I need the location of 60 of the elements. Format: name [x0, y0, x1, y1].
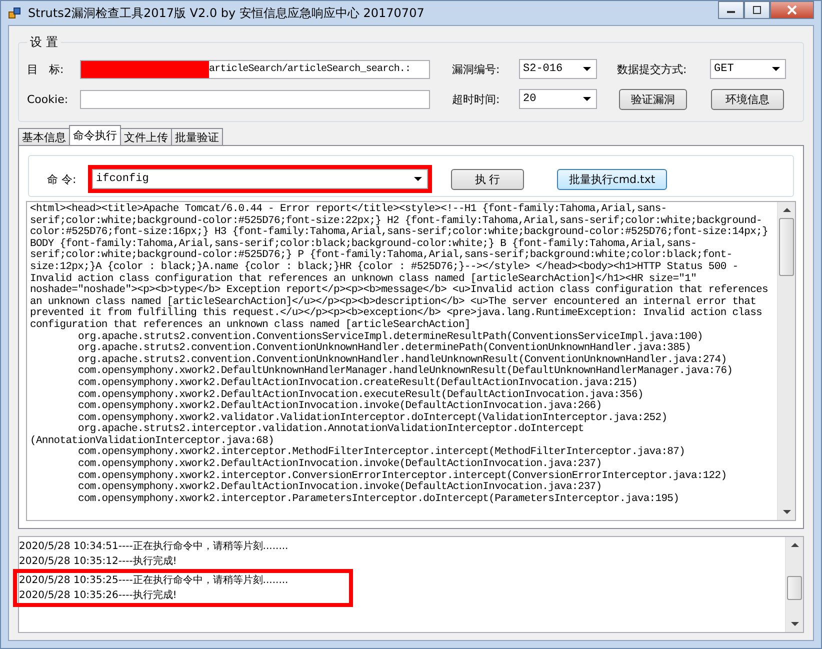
output-line: serif;color:white;background-color:#525D76;font-size:22px;} H2 {font-family:Tahoma,Arial,sans-serif;color:white;background-: [30, 216, 762, 227]
output-line: com.opensymphony.xwork2.DefaultActionInvocation.invoke(DefaultActionInvocation.java:266): [77, 401, 602, 412]
maximize-icon: [752, 6, 762, 14]
app-icon: [8, 6, 22, 20]
minimize-button[interactable]: [718, 1, 744, 19]
output-line: com.opensymphony.xwork2.DefaultActionInvocation.executeResult(DefaultActionInvocation.java:356): [77, 390, 644, 400]
close-icon: [786, 5, 798, 15]
output-line: com.opensymphony.xwork2.DefaultActionInvocation.createResult(DefaultActionInvocation.java:215): [77, 378, 638, 389]
scrollbar[interactable]: [777, 202, 795, 520]
output-line: color:#525D76;font-size:16px;} H3 {font-family:Tahoma,Arial,sans-serif;color:white;background-color:#525D76;font-size:14px;}: [30, 227, 769, 238]
output-line: org.apache.struts2.convention.ConventionsServiceImpl.determineResultPath(ConventionsServiceImpl.java:100): [77, 332, 704, 343]
output-line: com.opensymphony.xwork2.interceptor.ConversionErrorInterceptor.intercept(ConversionErrorInterceptor.java:122): [77, 470, 728, 482]
cookie-field[interactable]: [80, 90, 430, 108]
scrollbar[interactable]: [785, 537, 803, 632]
environment-button[interactable]: 环境信息: [711, 88, 784, 110]
vuln-id-label: 漏洞编号:: [452, 62, 501, 76]
output-line: configuration that references an unknown class named [articleSearchAction]: [30, 320, 472, 331]
output-line: serif;color:white;background-color:#525D76;} P {font-family:Tahoma,Arial,sans-serif;background:white;color:black;font-: [30, 250, 734, 262]
verify-button[interactable]: 验证漏洞: [619, 88, 687, 110]
tab[interactable]: 基本信息: [18, 128, 70, 145]
command-label: 命 令:: [47, 172, 78, 186]
tab[interactable]: 文件上传: [120, 128, 172, 145]
tab[interactable]: 命令执行: [69, 125, 121, 145]
output-line: org.apache.struts2.convention.ConventionUnknownHandler.determinePath(ConventionUnknownHandler.java:385): [77, 343, 691, 354]
output-line: com.opensymphony.xwork2.validator.ValidationInterceptor.doIntercept(ValidationInterceptor.java:252): [77, 412, 668, 424]
output-line: com.opensymphony.xwork2.interceptor.ParametersInterceptor.doIntercept(ParametersInterceptor.java:195): [77, 494, 680, 506]
method-dropdown[interactable]: GET: [710, 59, 786, 79]
log-line: 2020/5/28 10:35:12----执行完成!: [19, 554, 178, 569]
window-title: Struts2漏洞检查工具2017版 V2.0 by 安恒信息应急响应中心 20170707: [28, 4, 424, 22]
output-line: BODY {font-family:Tahoma,Arial,sans-serif;color:black;background-color:white;} B {font-family:Tahoma,Arial,sans-: [30, 238, 697, 250]
output-line: com.opensymphony.xwork2.DefaultActionInvocation.invoke(DefaultActionInvocation.java:237): [77, 482, 602, 494]
output-line: com.opensymphony.xwork2.interceptor.MethodFilterInterceptor.intercept(MethodFilterInterceptor.java:87): [78, 447, 686, 458]
output-line: com.opensymphony.xwork2.DefaultActionInvocation.invoke(DefaultActionInvocation.java:237): [77, 459, 602, 470]
output-line: size:12px;}A {color : black;}A.name {color : black;}HR {color : #525D76;}--></style> </head><body><h1>HTTP Status 500 -: [30, 262, 740, 273]
output-line: an unknown class named [articleSearchAction]</u></p><p><b>description</b> <u>The server encountered an internal error that: [30, 296, 756, 308]
log-line: 2020/5/28 10:35:26----执行完成!: [13, 588, 353, 607]
log-line: 2020/5/28 10:34:51----正在执行命令中，请稍等片刻........: [19, 540, 290, 554]
output-line: prevented it from fulfilling this request.</u></p><p><b>exception</b> <pre>java.lang.RuntimeException: Invalid action class: [30, 308, 763, 320]
log-line: 2020/5/28 10:35:25----正在执行命令中，请稍等片刻........: [13, 569, 353, 588]
batch-run-button[interactable]: 批量执行cmd.txt: [557, 168, 667, 190]
group-title: 设 置: [29, 34, 59, 51]
target-field[interactable]: articleSearch/articleSearch_search.:: [80, 60, 430, 78]
vuln-id-dropdown[interactable]: S2-016: [519, 59, 597, 79]
target-label: 目 标:: [27, 62, 65, 76]
method-label: 数据提交方式:: [617, 62, 688, 76]
output-line: org.apache.struts2.convention.ConventionUnknownHandler.handleUnknownResult(ConventionUnknownHandler.java:274): [77, 354, 727, 366]
output-line: Invalid action class configuration that references an unknown class named [articleSearchAction]</h1><HR size="1": [30, 274, 697, 285]
tab[interactable]: 批量验证: [171, 128, 223, 145]
output-line: (AnnotationValidationInterceptor.java:68): [30, 436, 274, 447]
run-button[interactable]: 执 行: [451, 168, 524, 190]
output-line: <html><head><title>Apache Tomcat/6.0.44 - Error report</title><style><!--H1 {font-family:Tahoma,Arial,sans-: [30, 204, 668, 215]
output-textarea[interactable]: [26, 201, 796, 521]
timeout-label: 超时时间:: [452, 92, 501, 106]
close-button[interactable]: [770, 1, 814, 19]
maximize-button[interactable]: [744, 1, 770, 19]
output-line: com.opensymphony.xwork2.DefaultUnknownHandlerManager.handleUnknownResult(DefaultUnknownHandlerManager.java:76): [77, 366, 734, 378]
cookie-label: Cookie:: [27, 92, 70, 106]
timeout-dropdown[interactable]: 20: [519, 89, 597, 109]
output-line: noshade="noshade"><p><b>type</b> Exception report</p><p><b>message</b> <u>Invalid action class configuration that references: [30, 285, 769, 296]
output-line: org.apache.struts2.interceptor.validation.AnnotationValidationInterceptor.doIntercept: [78, 424, 585, 436]
